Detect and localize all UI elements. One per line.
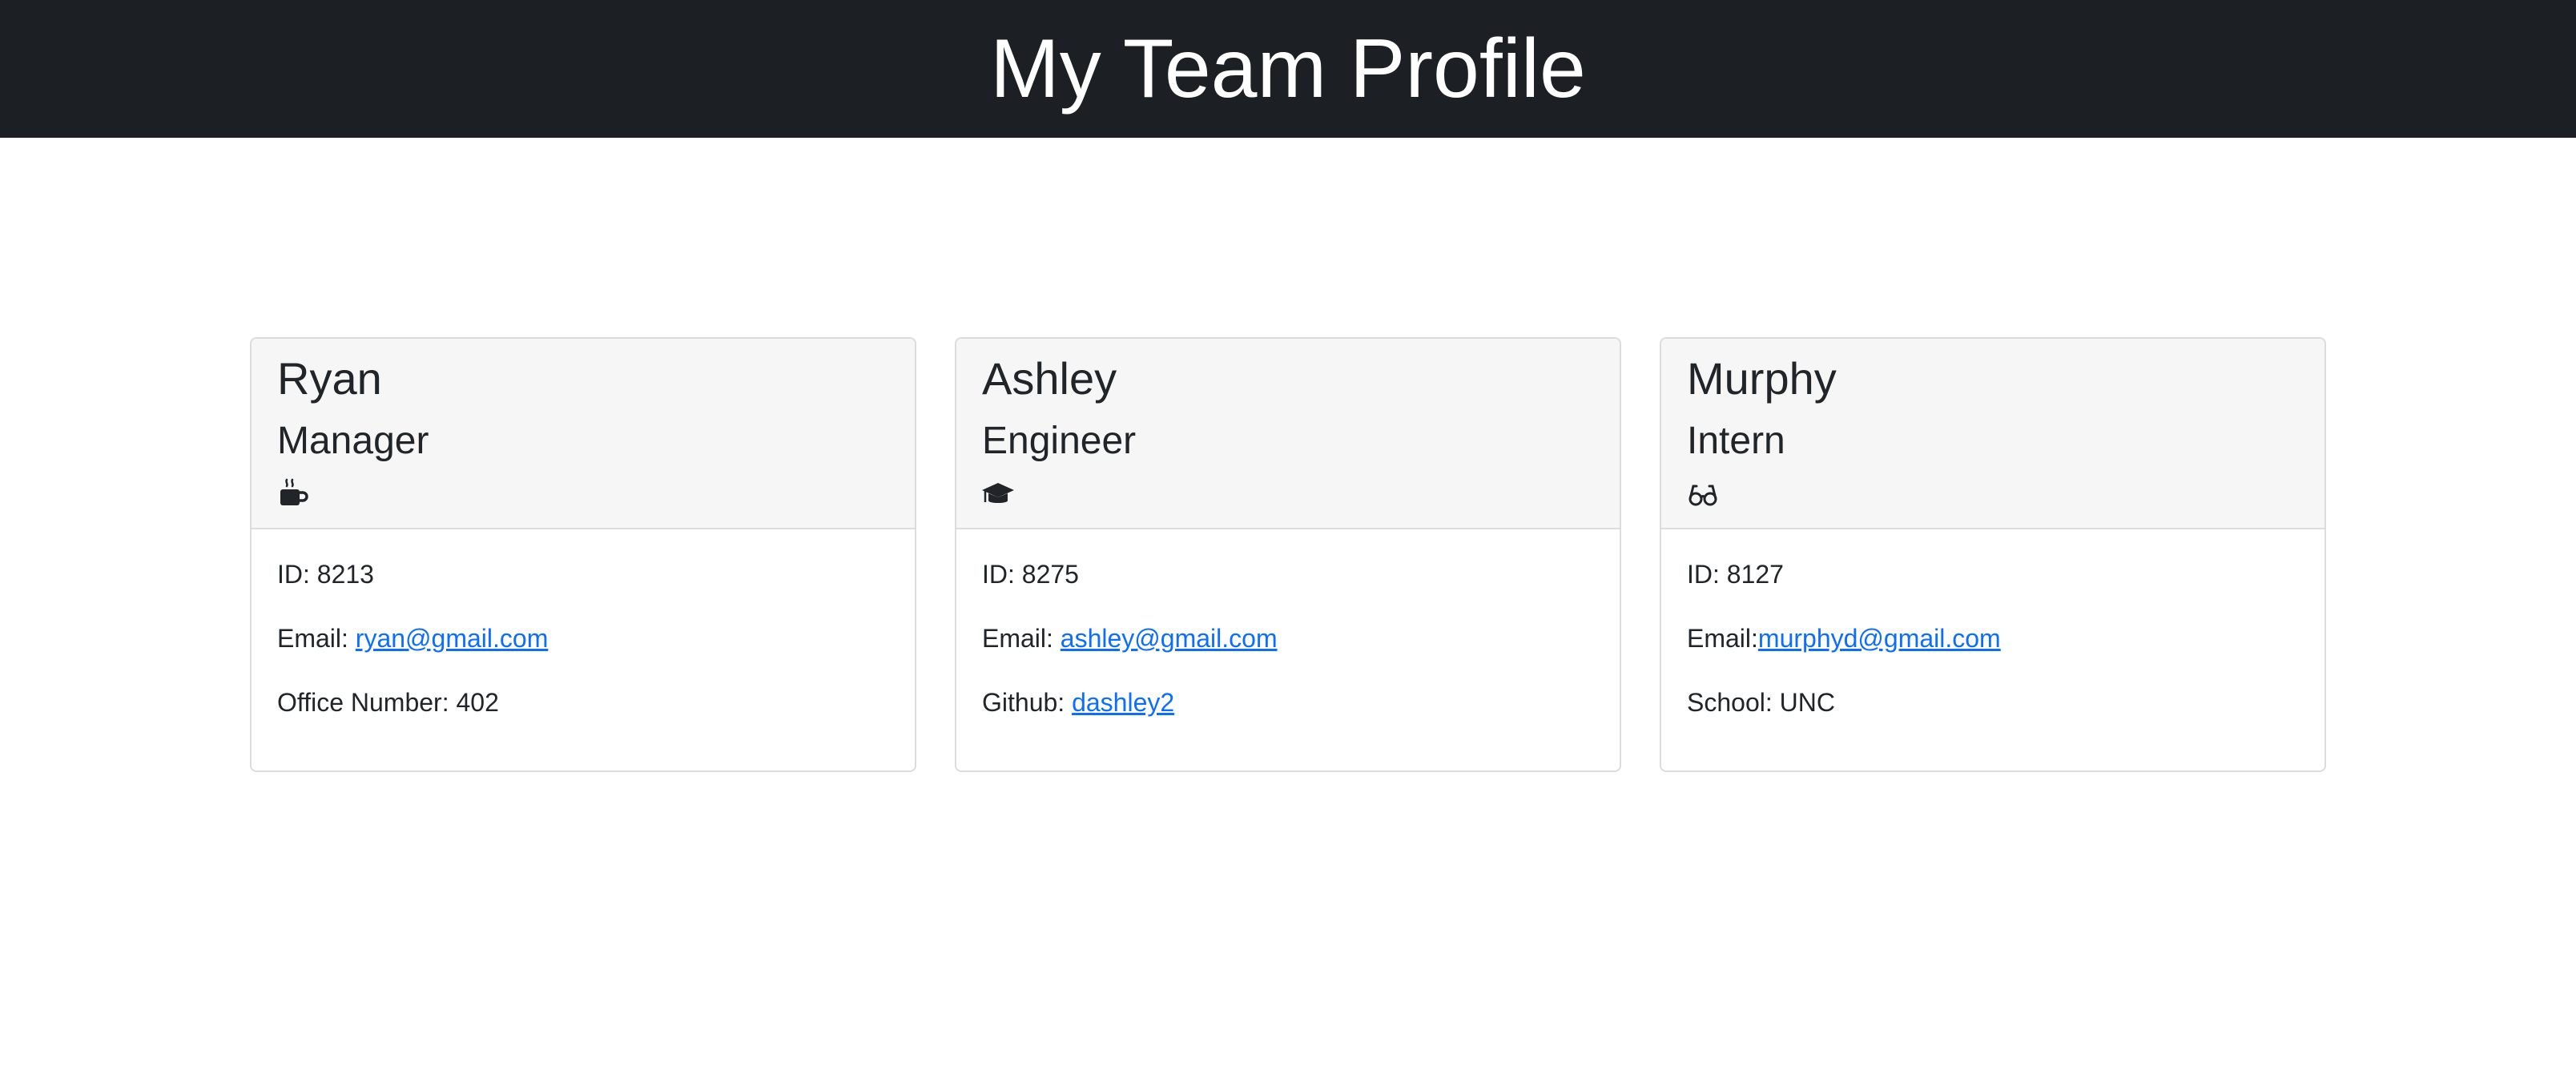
id-row: ID: 8127 (1687, 561, 1784, 587)
card-header: Murphy Intern (1661, 339, 2324, 529)
github-link[interactable]: dashley2 (1072, 688, 1174, 717)
glasses-icon (1688, 485, 1717, 506)
email-label: Email: (277, 624, 356, 653)
id-label: ID: (982, 560, 1022, 589)
email-link[interactable]: murphyd@gmail.com (1758, 624, 2001, 653)
card-header: Ashley Engineer (956, 339, 1620, 529)
github-row: Github: dashley2 (982, 690, 1174, 715)
id-label: ID: (277, 560, 317, 589)
office-number-row: Office Number: 402 (277, 690, 499, 715)
school-value: UNC (1779, 688, 1835, 717)
office-number-label: Office Number: (277, 688, 457, 717)
school-row: School: UNC (1687, 690, 1835, 715)
school-label: School: (1687, 688, 1780, 717)
employee-name: Ryan (277, 353, 382, 404)
email-row: Email: ryan@gmail.com (277, 625, 548, 651)
office-number-value: 402 (456, 688, 499, 717)
github-label: Github: (982, 688, 1073, 717)
page-header: My Team Profile (0, 0, 2576, 138)
id-label: ID: (1687, 560, 1727, 589)
email-row: Email: ashley@gmail.com (982, 625, 1278, 651)
page-title: My Team Profile (990, 22, 1586, 115)
email-row: Email:murphyd@gmail.com (1687, 625, 2001, 651)
email-link[interactable]: ashley@gmail.com (1061, 624, 1278, 653)
email-link[interactable]: ryan@gmail.com (356, 624, 549, 653)
employee-role: Manager (277, 420, 429, 462)
employee-card-engineer: Ashley Engineer ID: 8275 Email: ashley@g… (955, 337, 1621, 772)
employee-role: Intern (1687, 420, 1785, 462)
employee-name: Murphy (1687, 353, 1837, 404)
id-value: 8275 (1021, 560, 1079, 589)
email-label: Email: (982, 624, 1061, 653)
email-label: Email: (1687, 624, 1758, 653)
employee-card-manager: Ryan Manager ID: 8213 Email: ryan@gmail.… (250, 337, 916, 772)
employee-name: Ashley (982, 353, 1117, 404)
card-header: Ryan Manager (252, 339, 915, 529)
id-row: ID: 8213 (277, 561, 374, 587)
employee-role: Engineer (982, 420, 1137, 462)
employee-card-intern: Murphy Intern ID: 8127 Email:murphyd@gma… (1660, 337, 2326, 772)
id-value: 8213 (316, 560, 374, 589)
graduation-cap-icon (982, 483, 1014, 503)
id-row: ID: 8275 (982, 561, 1079, 587)
id-value: 8127 (1726, 560, 1784, 589)
coffee-mug-icon (280, 478, 308, 505)
